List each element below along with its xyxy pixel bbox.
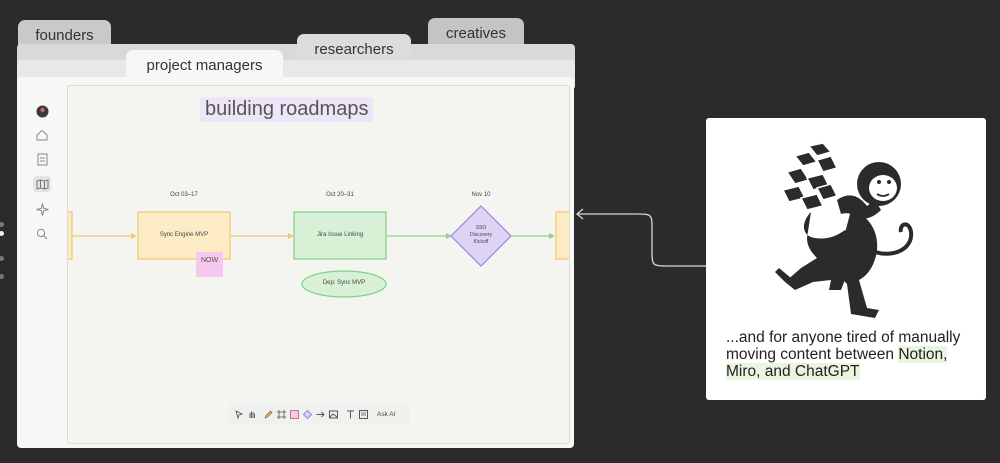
- text-icon[interactable]: [344, 407, 357, 421]
- tab-project-managers[interactable]: project managers: [126, 50, 283, 80]
- roadmap-diagram: [68, 205, 569, 298]
- milestone-date: Oct 03–17: [170, 192, 198, 198]
- pager-dot[interactable]: [0, 274, 4, 279]
- highlight-miro-chatgpt: Miro, and ChatGPT: [726, 363, 860, 380]
- sticky-note: [196, 252, 223, 277]
- dependency-label: Dep: Sync MVP: [322, 280, 366, 286]
- milestone-date: Nov 10: [471, 192, 491, 198]
- frame-icon[interactable]: [275, 407, 288, 421]
- pencil-icon[interactable]: [262, 407, 275, 421]
- search-icon[interactable]: [34, 226, 50, 242]
- node-label: Sync Engine MVP: [159, 232, 209, 238]
- image-icon[interactable]: [327, 407, 340, 421]
- testimonial-card: ...and for anyone tired of manually movi…: [706, 118, 986, 400]
- highlight-notion: Notion,: [898, 346, 948, 363]
- offscreen-node-left: [68, 211, 73, 260]
- milestone-date: Oct 20–31: [326, 192, 354, 198]
- offscreen-node-right: [555, 211, 569, 260]
- document-icon[interactable]: [34, 151, 50, 167]
- node-label: SSO Discovery Kickoff: [470, 225, 492, 245]
- sticky-note-text: NOW: [200, 257, 219, 264]
- card-text: ...and for anyone tired of manually movi…: [726, 329, 976, 380]
- cursor-icon[interactable]: [232, 407, 245, 421]
- map-icon[interactable]: [33, 176, 51, 192]
- ask-ai-button[interactable]: Ask AI: [377, 411, 395, 418]
- node-label: Jira Issue Linking: [316, 232, 364, 238]
- sparkle-icon[interactable]: [34, 201, 50, 217]
- monkey-carrying-cubes-icon: [775, 142, 914, 318]
- arrow-icon[interactable]: [314, 407, 327, 421]
- diamond-icon[interactable]: [301, 407, 314, 421]
- hand-icon[interactable]: [245, 407, 258, 421]
- pointer-arrow: [575, 208, 706, 267]
- pager-dot[interactable]: [0, 256, 4, 261]
- home-icon[interactable]: [34, 127, 50, 143]
- roadmap-canvas[interactable]: building roadmaps Oct 03–17 Oct 20–31 No…: [67, 85, 570, 444]
- logo-icon[interactable]: [34, 103, 50, 119]
- canvas-toolbar: Ask AI: [228, 404, 410, 424]
- sticky-icon[interactable]: [288, 407, 301, 421]
- pager-dot-active[interactable]: [0, 231, 4, 236]
- note-icon[interactable]: [357, 407, 370, 421]
- pager-dot[interactable]: [0, 222, 4, 227]
